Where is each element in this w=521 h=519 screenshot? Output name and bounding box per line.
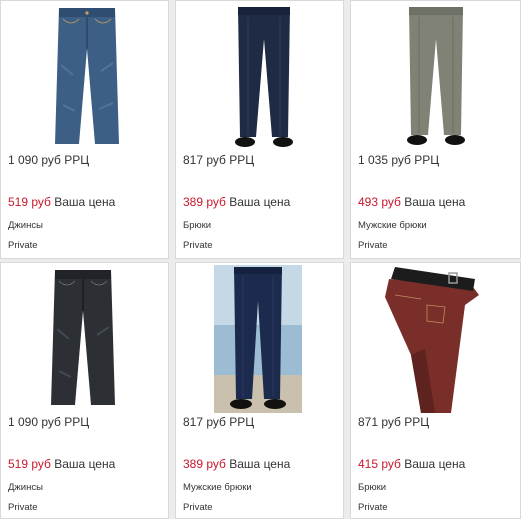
product-card[interactable]: 1 090 руб РРЦ 519 руб Ваша цена Джинсы P… bbox=[0, 262, 169, 519]
product-name[interactable]: Брюки bbox=[183, 220, 211, 231]
your-price: 389 руб Ваша цена bbox=[183, 457, 290, 471]
product-name[interactable]: Мужские брюки bbox=[358, 220, 427, 231]
brand-name: Private bbox=[183, 240, 213, 251]
brand-name: Private bbox=[183, 502, 213, 513]
brand-name: Private bbox=[8, 502, 38, 513]
product-card[interactable]: 817 руб РРЦ 389 руб Ваша цена Брюки Priv… bbox=[175, 0, 344, 259]
brand-name: Private bbox=[358, 502, 388, 513]
navy-trousers-icon[interactable] bbox=[231, 5, 297, 149]
product-grid: 1 090 руб РРЦ 519 руб Ваша цена Джинсы P… bbox=[0, 0, 521, 519]
your-price: 493 руб Ваша цена bbox=[358, 195, 465, 209]
product-card[interactable]: 1 035 руб РРЦ 493 руб Ваша цена Мужские … bbox=[350, 0, 521, 259]
brand-name: Private bbox=[8, 240, 38, 251]
price-label: Ваша цена bbox=[229, 195, 291, 209]
rrc-price: 1 035 руб РРЦ bbox=[358, 153, 440, 167]
product-name[interactable]: Джинсы bbox=[8, 482, 43, 493]
olive-trousers-icon[interactable] bbox=[401, 5, 471, 149]
brand-name: Private bbox=[358, 240, 388, 251]
your-price: 389 руб Ваша цена bbox=[183, 195, 290, 209]
your-price: 415 руб Ваша цена bbox=[358, 457, 465, 471]
rrc-price: 817 руб РРЦ bbox=[183, 153, 255, 167]
rrc-price: 817 руб РРЦ bbox=[183, 415, 255, 429]
sale-price: 389 руб bbox=[183, 195, 226, 209]
product-card[interactable]: 871 руб РРЦ 415 руб Ваша цена Брюки Priv… bbox=[350, 262, 521, 519]
blue-jeans-icon[interactable] bbox=[49, 5, 125, 147]
product-name[interactable]: Джинсы bbox=[8, 220, 43, 231]
product-card[interactable]: 1 090 руб РРЦ 519 руб Ваша цена Джинсы P… bbox=[0, 0, 169, 259]
rrc-price: 1 090 руб РРЦ bbox=[8, 153, 90, 167]
sale-price: 519 руб bbox=[8, 457, 51, 471]
sale-price: 389 руб bbox=[183, 457, 226, 471]
price-label: Ваша цена bbox=[404, 457, 466, 471]
price-label: Ваша цена bbox=[229, 457, 291, 471]
sale-price: 519 руб bbox=[8, 195, 51, 209]
product-name[interactable]: Брюки bbox=[358, 482, 386, 493]
black-jeans-icon[interactable] bbox=[43, 267, 123, 409]
price-label: Ваша цена bbox=[54, 457, 116, 471]
rrc-price: 871 руб РРЦ bbox=[358, 415, 430, 429]
sale-price: 415 руб bbox=[358, 457, 401, 471]
product-card[interactable]: 817 руб РРЦ 389 руб Ваша цена Мужские бр… bbox=[175, 262, 344, 519]
sale-price: 493 руб bbox=[358, 195, 401, 209]
rrc-price: 1 090 руб РРЦ bbox=[8, 415, 90, 429]
burgundy-trousers-belt-icon[interactable] bbox=[381, 265, 481, 413]
price-label: Ваша цена bbox=[54, 195, 116, 209]
price-label: Ваша цена bbox=[404, 195, 466, 209]
your-price: 519 руб Ваша цена bbox=[8, 457, 115, 471]
product-name[interactable]: Мужские брюки bbox=[183, 482, 252, 493]
your-price: 519 руб Ваша цена bbox=[8, 195, 115, 209]
navy-trousers-model-icon[interactable] bbox=[214, 265, 302, 413]
